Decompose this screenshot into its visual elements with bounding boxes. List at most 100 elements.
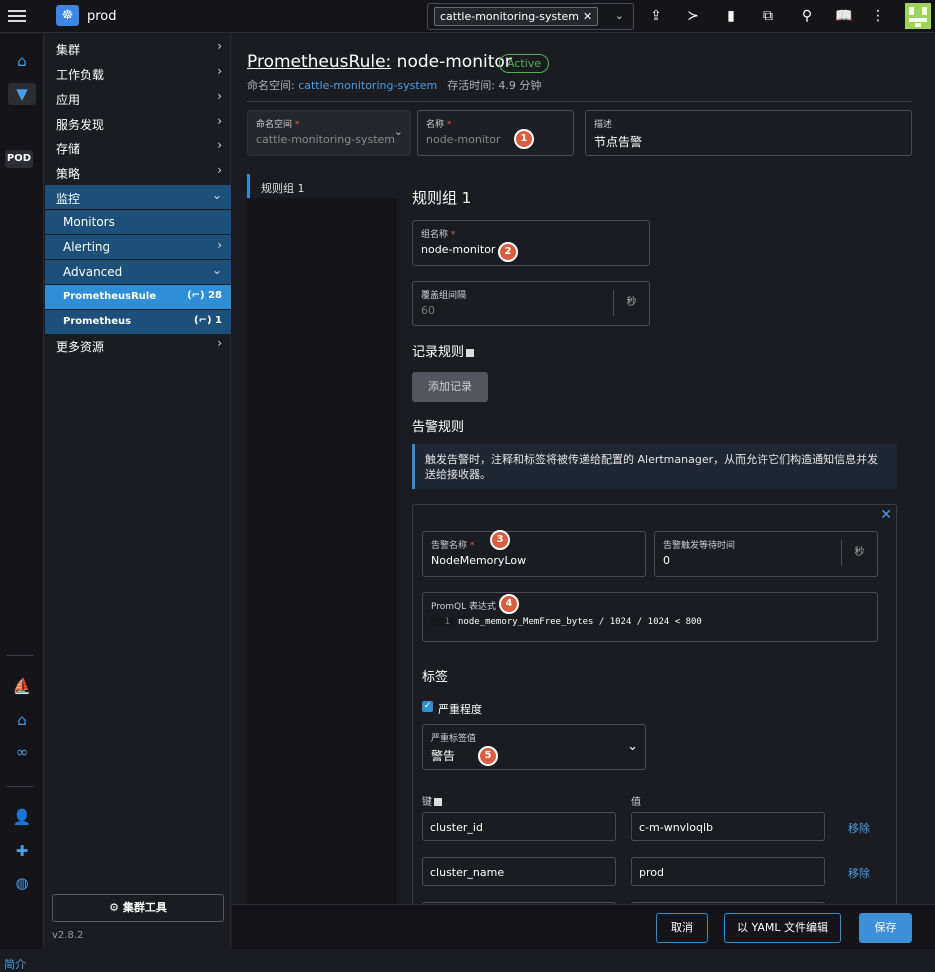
label-value-input[interactable]: c-m-wnvloqlb xyxy=(631,812,825,841)
version-label: v2.8.2 xyxy=(52,930,84,941)
chevron-right-icon: › xyxy=(217,114,222,128)
sidebar-item-label: Alerting xyxy=(63,240,111,254)
sidebar-item-storage[interactable]: 存储 › xyxy=(45,135,231,159)
copy-kubeconfig-icon[interactable]: ⧉ xyxy=(757,5,779,27)
import-yaml-icon[interactable]: ⇪ xyxy=(645,5,667,27)
description-field-value[interactable]: 节点告警 xyxy=(594,133,642,150)
sidebar-item-monitors[interactable]: Monitors xyxy=(45,210,231,234)
sidebar-item-apps[interactable]: 应用 › xyxy=(45,86,231,110)
promql-label: PromQL 表达式 * xyxy=(431,599,503,612)
sidebar-item-prometheus[interactable]: Prometheus (⌐) 1 xyxy=(45,310,231,334)
fleet-icon[interactable]: ⌂ xyxy=(8,709,36,731)
name-field-label-text: 名称 xyxy=(426,120,445,130)
chevron-down-icon: ⌄ xyxy=(211,188,222,202)
label-key-input[interactable]: cluster_id xyxy=(422,812,616,841)
line-number: 1 xyxy=(431,617,455,627)
sidebar-item-workloads[interactable]: 工作负载 › xyxy=(45,61,231,85)
sidebar-item-monitoring[interactable]: 监控 ⌄ xyxy=(45,185,231,209)
sidebar-item-advanced[interactable]: Advanced ⌄ xyxy=(45,260,231,284)
resource-name: node-monitor xyxy=(396,52,512,72)
group-name-value[interactable]: node-monitor xyxy=(421,243,495,256)
alert-wait-field[interactable]: 告警触发等待时间 0 秒 xyxy=(654,531,878,577)
alert-name-value[interactable]: NodeMemoryLow xyxy=(431,554,526,567)
home-icon[interactable]: ⌂ xyxy=(8,50,36,72)
user-icon[interactable]: 👤 xyxy=(8,806,36,828)
promql-value[interactable]: node_memory_MemFree_bytes / 1024 / 1024 … xyxy=(458,617,702,627)
alert-wait-label: 告警触发等待时间 xyxy=(663,541,736,551)
namespace-field-label: 命名空间 * xyxy=(256,117,299,130)
more-icon[interactable]: ⋮ xyxy=(867,5,889,27)
required-mark: * xyxy=(294,120,300,130)
tab-rule-group-1[interactable]: 规则组 1 xyxy=(247,174,397,198)
severity-checkbox[interactable]: ✓ xyxy=(422,701,433,712)
promql-field[interactable]: PromQL 表达式 * 1node_memory_MemFree_bytes … xyxy=(422,592,878,642)
sidebar-item-cluster[interactable]: 集群 › xyxy=(45,36,231,60)
kubectl-shell-icon[interactable]: ≻ xyxy=(682,5,704,27)
about-link[interactable]: 简介 xyxy=(4,956,26,972)
sidebar-item-label: 集群 xyxy=(56,43,81,57)
save-button[interactable]: 保存 xyxy=(859,913,912,943)
severity-select-value[interactable]: 警告 xyxy=(431,747,455,764)
sidebar-item-policy[interactable]: 策略 › xyxy=(45,160,231,184)
add-record-button[interactable]: 添加记录 xyxy=(412,372,488,402)
rail-divider xyxy=(6,786,34,787)
globe-icon[interactable]: ◍ xyxy=(8,872,36,894)
menu-icon[interactable] xyxy=(8,8,26,24)
search-icon[interactable]: ⚲ xyxy=(796,5,818,27)
namespace-link[interactable]: cattle-monitoring-system xyxy=(298,79,437,92)
cluster-tools-button[interactable]: ⚙ 集群工具 xyxy=(52,894,224,922)
interval-field[interactable]: 覆盖组间隔 60 秒 xyxy=(412,281,650,326)
edit-as-yaml-button[interactable]: 以 YAML 文件编辑 xyxy=(724,913,841,943)
extensions-icon[interactable]: ✚ xyxy=(8,840,36,862)
sidebar-item-label: Prometheus xyxy=(63,316,132,327)
kubeconfig-download-icon[interactable]: ▮ xyxy=(720,5,742,27)
resource-kind-link[interactable]: PrometheusRule: xyxy=(247,52,391,72)
docs-icon[interactable]: 📖 xyxy=(833,5,855,27)
alert-wait-value[interactable]: 0 xyxy=(663,554,670,567)
alert-name-field[interactable]: 告警名称 * NodeMemoryLow xyxy=(422,531,646,577)
namespace-selector[interactable]: cattle-monitoring-system ✕ ⌄ xyxy=(427,3,634,30)
cluster-explorer-icon[interactable]: ▼ xyxy=(8,83,36,105)
info-banner: 触发告警时，注释和标签将被传递给配置的 Alertmanager，从而允许它们构… xyxy=(412,444,897,489)
chevron-right-icon: › xyxy=(217,64,222,78)
label-key-input[interactable]: cluster_name xyxy=(422,857,616,886)
close-icon[interactable]: ✕ xyxy=(880,507,892,523)
page-title: PrometheusRule: node-monitor xyxy=(247,52,512,72)
cluster-tools-label: 集群工具 xyxy=(122,901,167,914)
virtualization-icon[interactable]: ∞ xyxy=(8,741,36,763)
severity-select[interactable]: 严重标签值 警告 ⌄ xyxy=(422,724,646,770)
sidebar-item-service-discovery[interactable]: 服务发现 › xyxy=(45,111,231,135)
cancel-button[interactable]: 取消 xyxy=(656,913,708,943)
apps-sail-icon[interactable]: ⛵ xyxy=(8,675,36,697)
description-field[interactable]: 描述 节点告警 xyxy=(585,110,912,156)
remove-label-button[interactable]: 移除 xyxy=(848,865,870,881)
rule-group-tabs: 规则组 1 xyxy=(247,174,397,904)
close-icon[interactable]: ✕ xyxy=(583,10,592,23)
user-avatar-icon[interactable] xyxy=(905,3,931,29)
left-rail: ⌂ ▼ POD ⛵ ⌂ ∞ 👤 ✚ ◍ 简介 xyxy=(0,34,44,971)
rail-divider xyxy=(6,655,34,656)
required-mark: * xyxy=(450,230,456,240)
namespace-field: 命名空间 * cattle-monitoring-system ⌄ xyxy=(247,110,411,156)
cluster-logo-icon: ☸ xyxy=(56,5,79,26)
remove-label-button[interactable]: 移除 xyxy=(848,820,870,836)
sidebar-item-prometheusrule[interactable]: PrometheusRule (⌐) 28 xyxy=(45,285,231,309)
key-header-text: 键 xyxy=(422,797,432,808)
pod-shortcut[interactable]: POD xyxy=(5,150,33,168)
label-value-input[interactable]: prod xyxy=(631,857,825,886)
sidebar-item-label: Monitors xyxy=(63,215,115,229)
top-bar: ☸ prod cattle-monitoring-system ✕ ⌄ ⇪ ≻ ▮… xyxy=(0,0,935,33)
group-name-field[interactable]: 组名称 * node-monitor xyxy=(412,220,650,266)
promql-editor[interactable]: 1 node_memory_MemFree_bytes / 1024 / 1024… xyxy=(431,617,871,635)
annotation-marker: 3 xyxy=(490,530,510,550)
chevron-down-icon: ⌄ xyxy=(211,263,222,277)
value-header: 值 xyxy=(631,797,641,808)
interval-placeholder[interactable]: 60 xyxy=(421,304,435,317)
labels-title: 标签 xyxy=(422,670,449,685)
cluster-name: prod xyxy=(87,9,117,24)
chevron-down-icon: ⌄ xyxy=(393,125,403,138)
sidebar-item-more-resources[interactable]: 更多资源 › xyxy=(45,333,231,357)
sidebar-item-alerting[interactable]: Alerting › xyxy=(45,235,231,259)
alert-rules-title: 告警规则 xyxy=(412,420,465,435)
status-badge: Active xyxy=(499,54,550,73)
